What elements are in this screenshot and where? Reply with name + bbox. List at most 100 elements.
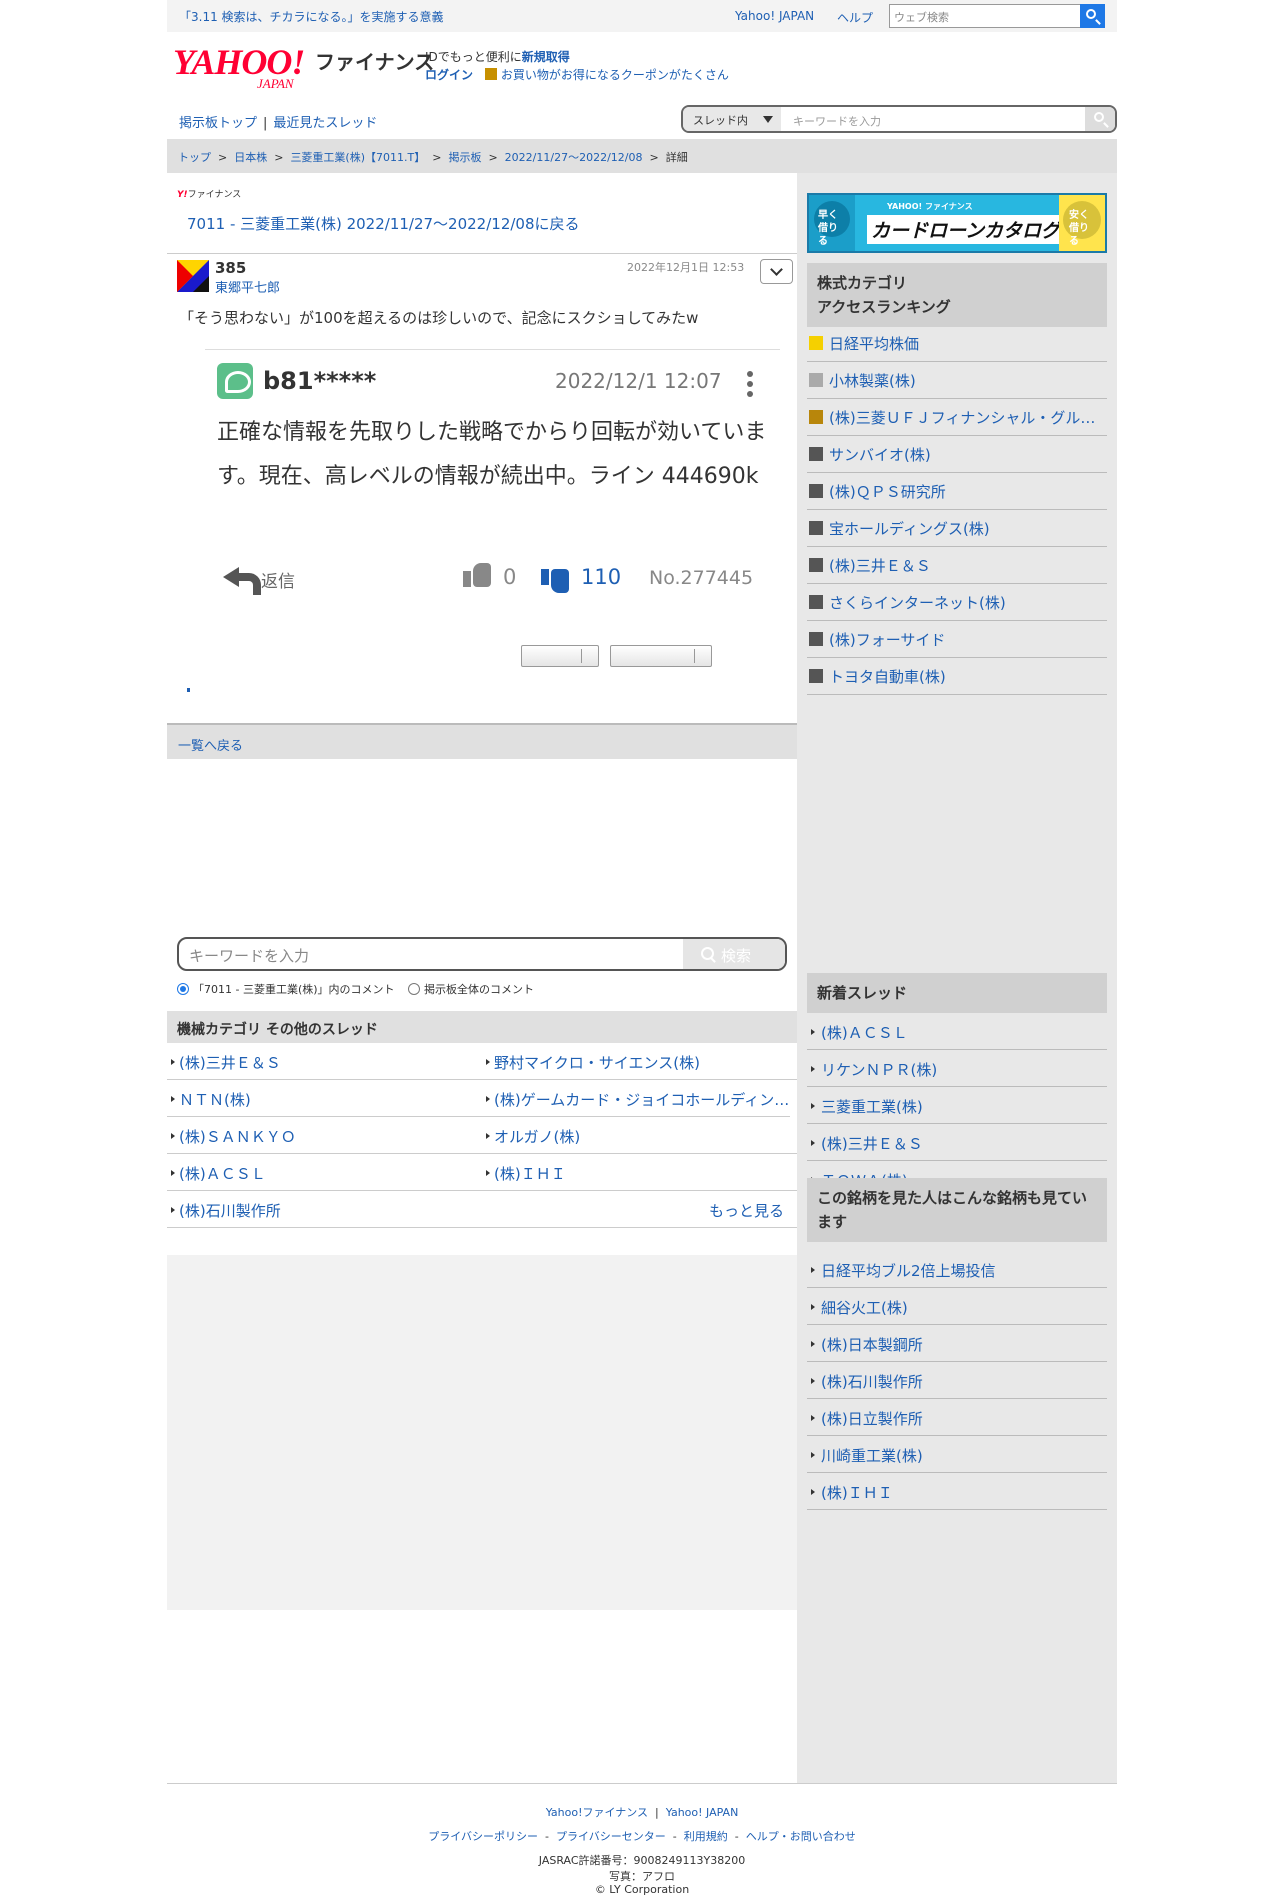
privacy-policy-link[interactable]: プライバシーポリシー bbox=[428, 1830, 538, 1843]
screenshot-dislikes: 110 bbox=[581, 565, 622, 589]
ranking-title-line2: アクセスランキング bbox=[817, 298, 951, 316]
ranking-item[interactable]: (株)三菱ＵＦＪフィナンシャル・グループ bbox=[807, 399, 1107, 436]
card-loan-ad[interactable]: 早く借りる YAHOO! ファイナンス カードローンカタログ 安く借りる bbox=[807, 193, 1107, 253]
recent-threads-link[interactable]: 最近見たスレッド bbox=[273, 116, 377, 131]
breadcrumb-period[interactable]: 2022/11/27〜2022/12/08 bbox=[505, 151, 643, 164]
keyword-search-button[interactable]: 検索 bbox=[683, 939, 785, 969]
reply-icon bbox=[223, 565, 261, 595]
footer-links-2: プライバシーポリシー - プライバシーセンター - 利用規約 - ヘルプ・お問い合わせ bbox=[167, 1828, 1117, 1844]
agree-button[interactable] bbox=[521, 645, 599, 667]
ranking-item[interactable]: サンバイオ(株) bbox=[807, 436, 1107, 473]
screenshot-divider bbox=[205, 349, 780, 350]
comment-screenshot-image: b81***** 2022/12/1 12:07 正確な情報を先取りした戦略でか… bbox=[205, 349, 780, 595]
more-icon bbox=[747, 371, 753, 397]
new-threads-item[interactable]: (株)ＡＣＳＬ bbox=[807, 1013, 1107, 1050]
category-thread-item[interactable]: (株)ＡＣＳＬ bbox=[167, 1154, 482, 1191]
top-bar: 「3.11 検索は、チカラになる。」を実施する意義 Yahoo! JAPAN ヘ… bbox=[167, 0, 1117, 32]
ranking-item-label: (株)フォーサイド bbox=[829, 631, 946, 649]
page: 「3.11 検索は、チカラになる。」を実施する意義 Yahoo! JAPAN ヘ… bbox=[167, 0, 1117, 1902]
breadcrumb-japan-stocks[interactable]: 日本株 bbox=[234, 151, 267, 164]
category-thread-item[interactable]: (株)ＳＡＮＫＹＯ bbox=[167, 1117, 482, 1154]
category-thread-item[interactable]: (株)ゲームカード・ジョイコホールディングス bbox=[482, 1080, 790, 1117]
new-threads-item[interactable]: (株)三井Ｅ＆Ｓ bbox=[807, 1124, 1107, 1161]
help-link[interactable]: ヘルプ bbox=[837, 9, 873, 26]
terms-link[interactable]: 利用規約 bbox=[684, 1830, 728, 1843]
divider bbox=[167, 253, 797, 254]
breadcrumb-top[interactable]: トップ bbox=[178, 151, 211, 164]
disagree-button[interactable] bbox=[610, 645, 712, 667]
footer-finance-link[interactable]: Yahoo!ファイナンス bbox=[546, 1806, 648, 1819]
logo-sub: JAPAN bbox=[257, 76, 294, 91]
login-link[interactable]: ログイン bbox=[425, 68, 473, 82]
avatar[interactable] bbox=[177, 260, 209, 292]
finance-logo[interactable]: ファイナンス bbox=[315, 46, 434, 75]
radio-thread-comments[interactable] bbox=[177, 983, 189, 995]
web-search-button[interactable] bbox=[1080, 4, 1105, 28]
breadcrumb-sep: > bbox=[488, 151, 498, 164]
new-threads-item[interactable]: リケンＮＰＲ(株) bbox=[807, 1050, 1107, 1087]
also-viewed-item[interactable]: 川崎重工業(株) bbox=[807, 1436, 1107, 1473]
privacy-center-link[interactable]: プライバシーセンター bbox=[556, 1830, 666, 1843]
ranking-item[interactable]: (株)ＱＰＳ研究所 bbox=[807, 473, 1107, 510]
ranking-item-label: サンバイオ(株) bbox=[829, 446, 931, 464]
jasrac-number: JASRAC許諾番号：9008249113Y38200 bbox=[538, 1854, 746, 1867]
breadcrumb-board[interactable]: 掲示板 bbox=[448, 151, 481, 164]
comment-user-link[interactable]: 東郷平七郎 bbox=[215, 277, 280, 296]
ranking-item-label: (株)ＱＰＳ研究所 bbox=[829, 483, 946, 501]
category-thread-item[interactable]: オルガノ(株) bbox=[482, 1117, 797, 1154]
category-thread-item[interactable]: ＮＴＮ(株) bbox=[167, 1080, 482, 1117]
ranking-item[interactable]: さくらインターネット(株) bbox=[807, 584, 1107, 621]
breadcrumb-stock[interactable]: 三菱重工業(株)【7011.T】 bbox=[290, 151, 425, 164]
ranking-item[interactable]: 日経平均株価 bbox=[807, 325, 1107, 362]
web-search-input[interactable]: ウェブ検索 bbox=[889, 4, 1084, 28]
small-finance-logo: Y!ファイナンス bbox=[177, 187, 241, 200]
register-link[interactable]: 新規取得 bbox=[522, 50, 570, 64]
footer-yahoo-link[interactable]: Yahoo! JAPAN bbox=[666, 1806, 739, 1819]
ranking-item[interactable]: 小林製薬(株) bbox=[807, 362, 1107, 399]
board-search-input[interactable]: キーワードを入力 bbox=[793, 113, 881, 129]
category-thread-item[interactable]: (株)ＩＨＩ bbox=[482, 1154, 797, 1191]
radio-thread-label: 「7011 - 三菱重工業(株)」内のコメント bbox=[193, 983, 395, 996]
category-thread-item[interactable]: (株)石川製作所 bbox=[167, 1191, 797, 1228]
blank-area bbox=[167, 1255, 797, 1610]
radio-all-comments[interactable] bbox=[408, 983, 421, 995]
also-viewed-item[interactable]: 細谷火工(株) bbox=[807, 1288, 1107, 1325]
breadcrumb: トップ > 日本株 > 三菱重工業(株)【7011.T】 > 掲示板 >2022/11/27〜… bbox=[167, 139, 1117, 173]
bbs-top-link[interactable]: 掲示板トップ bbox=[179, 116, 257, 131]
back-to-thread-link[interactable]: 7011 - 三菱重工業(株) 2022/11/27〜2022/12/08に戻る bbox=[187, 213, 580, 234]
search-scope-radios: 「7011 - 三菱重工業(株)」内のコメント 掲示板全体のコメント bbox=[177, 981, 534, 997]
rank-color-icon bbox=[809, 558, 823, 572]
ranking-item[interactable]: (株)三井Ｅ＆Ｓ bbox=[807, 547, 1107, 584]
search-scope-select[interactable]: スレッド内 bbox=[683, 107, 781, 131]
back-to-list-link[interactable]: 一覧へ戻る bbox=[178, 735, 243, 754]
yahoo-logo[interactable]: YAHOO! JAPAN bbox=[173, 44, 313, 91]
ranking-item[interactable]: (株)フォーサイド bbox=[807, 621, 1107, 658]
also-viewed-item[interactable]: (株)日本製鋼所 bbox=[807, 1325, 1107, 1362]
also-viewed-item[interactable]: (株)ＩＨＩ bbox=[807, 1473, 1107, 1510]
more-threads-link[interactable]: もっと見る bbox=[709, 1200, 784, 1221]
footer-sep: - bbox=[734, 1830, 739, 1843]
help-contact-link[interactable]: ヘルプ・お問い合わせ bbox=[746, 1830, 856, 1843]
coupon-link[interactable]: お買い物がお得になるクーポンがたくさん bbox=[501, 68, 729, 82]
category-thread-item[interactable]: (株)三井Ｅ＆Ｓ bbox=[167, 1043, 482, 1080]
board-search-button[interactable] bbox=[1085, 107, 1115, 131]
new-threads-item[interactable]: 三菱重工業(株) bbox=[807, 1087, 1107, 1124]
rank-color-icon bbox=[809, 336, 823, 350]
also-viewed-item[interactable]: 日経平均ブル2倍上場投信 bbox=[807, 1251, 1107, 1288]
ranking-item[interactable]: トヨタ自動車(株) bbox=[807, 658, 1107, 695]
screenshot-post-number: No.277445 bbox=[649, 567, 754, 589]
ad-left-text: 早く借りる bbox=[818, 210, 838, 247]
ranking-item[interactable]: 宝ホールディングス(株) bbox=[807, 510, 1107, 547]
yahoo-japan-link[interactable]: Yahoo! JAPAN bbox=[735, 9, 814, 23]
also-viewed-item[interactable]: (株)石川製作所 bbox=[807, 1362, 1107, 1399]
keyword-search-input[interactable]: キーワードを入力 bbox=[189, 945, 309, 966]
new-threads-header: 新着スレッド bbox=[807, 973, 1107, 1013]
thumbs-up-icon bbox=[463, 561, 491, 587]
category-thread-item[interactable]: 野村マイクロ・サイエンス(株) bbox=[482, 1043, 797, 1080]
screenshot-reply: 返信 bbox=[261, 572, 295, 592]
also-viewed-item[interactable]: (株)日立製作所 bbox=[807, 1399, 1107, 1436]
top-notice-link[interactable]: 「3.11 検索は、チカラになる。」を実施する意義 bbox=[179, 8, 444, 25]
ranking-item-label: トヨタ自動車(株) bbox=[829, 668, 946, 686]
comment-number: 385 bbox=[215, 259, 247, 277]
comment-menu-button[interactable] bbox=[760, 259, 793, 284]
